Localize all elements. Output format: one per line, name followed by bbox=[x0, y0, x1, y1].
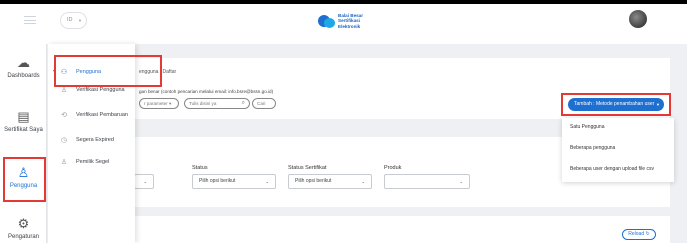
search-button[interactable]: Cari bbox=[252, 98, 276, 109]
search-icon: ⌕ bbox=[241, 100, 245, 106]
submenu-item-label: Pemilik Segel bbox=[76, 159, 110, 165]
sidebar-rail: ☁ Dashboards ▤ Sertifikat Saya ♙ Penggun… bbox=[0, 44, 47, 243]
chevron-down-icon: ⌄ bbox=[459, 179, 463, 184]
reload-button[interactable]: Reload ↻ bbox=[622, 229, 656, 240]
rail-item-label: Sertifikat Saya bbox=[4, 127, 43, 133]
language-selector[interactable]: ID ▼ bbox=[60, 12, 87, 29]
seal-owner-icon: ♙ bbox=[60, 159, 68, 166]
search-placeholder: Tulis disini ya bbox=[189, 101, 217, 106]
reload-label: Reload bbox=[628, 231, 645, 237]
rail-item-dashboards[interactable]: ☁ Dashboards bbox=[0, 55, 47, 80]
pengguna-rail-highlight bbox=[3, 157, 46, 202]
search-button-label: Cari bbox=[257, 101, 266, 106]
menu-toggle-icon[interactable] bbox=[24, 16, 36, 24]
submenu-item-label: Verifikasi Pembaruan bbox=[76, 112, 128, 118]
cert-status-select[interactable]: Pilih opsi berikut ⌄ bbox=[288, 174, 372, 189]
option-satu-pengguna[interactable]: Satu Pengguna bbox=[570, 124, 604, 130]
add-button-highlight bbox=[561, 93, 671, 116]
product-select[interactable]: ⌄ bbox=[384, 174, 470, 189]
clock-icon: ◷ bbox=[60, 137, 68, 144]
chevron-down-icon: ▼ bbox=[78, 18, 82, 23]
submenu-item-label: Verifikasi Pengguna bbox=[76, 87, 125, 93]
logo-text: Balai Besar Sertifikasi Elektronik bbox=[338, 13, 363, 29]
rail-item-sertifikat-saya[interactable]: ▤ Sertifikat Saya bbox=[0, 109, 47, 134]
status-select-value: Pilih opsi berikut bbox=[199, 178, 236, 184]
gear-icon: ⚙ bbox=[17, 216, 30, 231]
chevron-down-icon: ⌄ bbox=[265, 179, 269, 184]
pengguna-submenu-highlight bbox=[54, 55, 162, 87]
language-label: ID bbox=[67, 17, 73, 23]
rail-item-label: Dashboards bbox=[7, 73, 40, 79]
rail-item-pengaturan[interactable]: ⚙ Pengaturan bbox=[0, 216, 47, 241]
user-check-icon: ♙ bbox=[60, 87, 68, 94]
submenu-item-pemilik-segel[interactable]: ♙ Pemilik Segel bbox=[58, 156, 109, 168]
logo-line-2: Sertifikasi bbox=[338, 18, 360, 24]
add-user-method-dropdown: Satu Pengguna Beberapa pengguna Beberapa… bbox=[562, 118, 674, 182]
logo-line-3: Elektronik bbox=[338, 23, 361, 29]
submenu-item-label: Segera Expired bbox=[76, 137, 114, 143]
cert-status-select-value: Pilih opsi berikut bbox=[295, 178, 332, 184]
rail-item-label: Pengaturan bbox=[7, 234, 40, 240]
logo: Balai Besar Sertifikasi Elektronik bbox=[316, 10, 363, 32]
search-hint: gan benar (contoh pencarian melalui emai… bbox=[139, 89, 274, 94]
certificate-icon: ▤ bbox=[17, 109, 30, 124]
cloud-icon: ☁ bbox=[17, 55, 30, 70]
submenu-item-segera-expired[interactable]: ◷ Segera Expired bbox=[58, 134, 114, 146]
parameter-select[interactable]: r parameter ▾ bbox=[139, 98, 179, 109]
top-bar: ID ▼ Balai Besar Sertifikasi Elektronik bbox=[0, 0, 687, 44]
reload-icon: ↻ bbox=[645, 231, 650, 237]
chevron-down-icon: ⌄ bbox=[361, 179, 365, 184]
avatar[interactable] bbox=[629, 10, 647, 28]
option-upload-csv[interactable]: Beberapa user dengan upload file csv bbox=[570, 166, 654, 172]
first-filter-select[interactable]: ⌄ bbox=[134, 174, 154, 189]
submenu-item-verifikasi-pembaruan[interactable]: ⟲ Verifikasi Pembaruan bbox=[58, 109, 128, 121]
chevron-down-icon: ⌄ bbox=[143, 179, 147, 184]
logo-mark-icon bbox=[316, 14, 336, 29]
cert-status-label: Status Sertifikat bbox=[288, 165, 327, 171]
status-select[interactable]: Pilih opsi berikut ⌄ bbox=[192, 174, 276, 189]
product-label: Produk bbox=[384, 165, 402, 171]
table-card bbox=[135, 216, 670, 243]
option-beberapa-pengguna[interactable]: Beberapa pengguna bbox=[570, 145, 615, 151]
refresh-user-icon: ⟲ bbox=[61, 112, 67, 119]
status-label: Status bbox=[192, 165, 208, 171]
search-input[interactable]: Tulis disini ya ⌕ bbox=[184, 98, 250, 109]
parameter-select-value: r parameter bbox=[144, 101, 168, 106]
